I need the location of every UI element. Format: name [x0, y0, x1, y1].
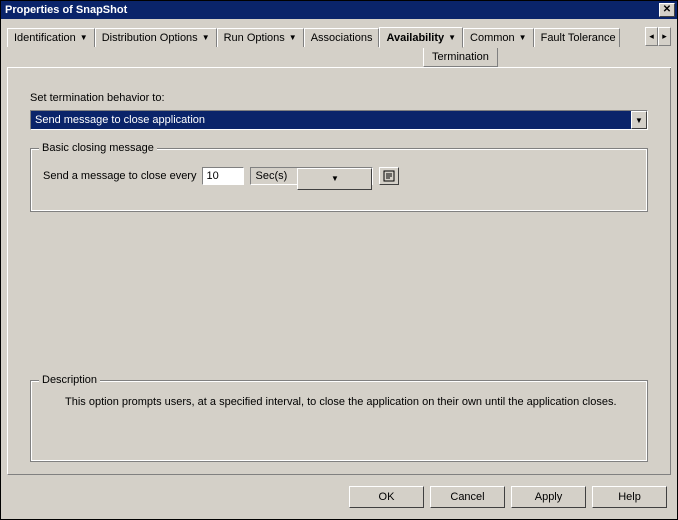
behavior-combo-button[interactable]: ▼	[631, 111, 647, 129]
subtab-row: Termination	[7, 48, 671, 67]
dialog-button-bar: OK Cancel Apply Help	[1, 481, 677, 519]
window-title: Properties of SnapShot	[5, 4, 127, 16]
title-bar: Properties of SnapShot ✕	[1, 1, 677, 19]
behavior-combo-text: Send message to close application	[31, 111, 631, 129]
tab-strip: Identification ▼ Distribution Options ▼ …	[7, 27, 671, 48]
triangle-right-icon: ▸	[662, 31, 667, 42]
interval-input[interactable]	[202, 167, 244, 185]
description-text: This option prompts users, at a specifie…	[65, 395, 627, 410]
behavior-combo[interactable]: Send message to close application ▼	[30, 110, 648, 130]
chevron-down-icon: ▼	[448, 34, 456, 42]
tab-label: Common	[470, 32, 515, 44]
tab-distribution-options[interactable]: Distribution Options ▼	[95, 28, 217, 47]
tab-scroll-buttons: ◂ ▸	[645, 27, 671, 46]
behavior-label: Set termination behavior to:	[30, 92, 648, 104]
tab-label: Identification	[14, 32, 76, 44]
tab-label: Distribution Options	[102, 32, 198, 44]
group-legend: Basic closing message	[39, 142, 157, 154]
cancel-button[interactable]: Cancel	[430, 486, 505, 508]
interval-unit-button[interactable]: ▼	[297, 168, 372, 190]
chevron-down-icon: ▼	[289, 34, 297, 42]
edit-message-button[interactable]	[379, 167, 399, 185]
subtab-label: Termination	[432, 51, 489, 63]
tab-label: Fault Tolerance	[541, 32, 616, 44]
tab-common[interactable]: Common ▼	[463, 28, 534, 47]
tab-scroll-right[interactable]: ▸	[658, 27, 671, 46]
interval-unit-combo[interactable]: Sec(s) ▼	[250, 167, 373, 185]
edit-message-icon	[383, 170, 395, 182]
close-button[interactable]: ✕	[659, 3, 675, 17]
apply-button[interactable]: Apply	[511, 486, 586, 508]
triangle-left-icon: ◂	[649, 31, 654, 42]
help-button[interactable]: Help	[592, 486, 667, 508]
tab-associations[interactable]: Associations	[304, 28, 380, 47]
tab-label: Associations	[311, 32, 373, 44]
close-icon: ✕	[663, 4, 671, 15]
description-legend: Description	[39, 374, 100, 386]
send-every-label: Send a message to close every	[43, 170, 196, 182]
chevron-down-icon: ▼	[635, 116, 643, 125]
chevron-down-icon: ▼	[331, 169, 339, 189]
tab-scroll-left[interactable]: ◂	[645, 27, 658, 46]
tab-run-options[interactable]: Run Options ▼	[217, 28, 304, 47]
tab-label: Run Options	[224, 32, 285, 44]
tab-panel: Set termination behavior to: Send messag…	[7, 67, 671, 475]
tab-label: Availability	[386, 32, 444, 44]
tab-identification[interactable]: Identification ▼	[7, 28, 95, 47]
tab-availability[interactable]: Availability ▼	[379, 27, 463, 48]
description-group: Description This option prompts users, a…	[30, 380, 648, 462]
chevron-down-icon: ▼	[80, 34, 88, 42]
closing-interval-row: Send a message to close every Sec(s) ▼	[43, 167, 635, 185]
chevron-down-icon: ▼	[202, 34, 210, 42]
basic-closing-group: Basic closing message Send a message to …	[30, 148, 648, 212]
subtab-termination[interactable]: Termination	[423, 48, 498, 67]
interval-unit-text: Sec(s)	[251, 168, 297, 184]
chevron-down-icon: ▼	[519, 34, 527, 42]
properties-window: Properties of SnapShot ✕ Identification …	[0, 0, 678, 520]
tab-fault-tolerance[interactable]: Fault Tolerance	[534, 28, 620, 47]
ok-button[interactable]: OK	[349, 486, 424, 508]
